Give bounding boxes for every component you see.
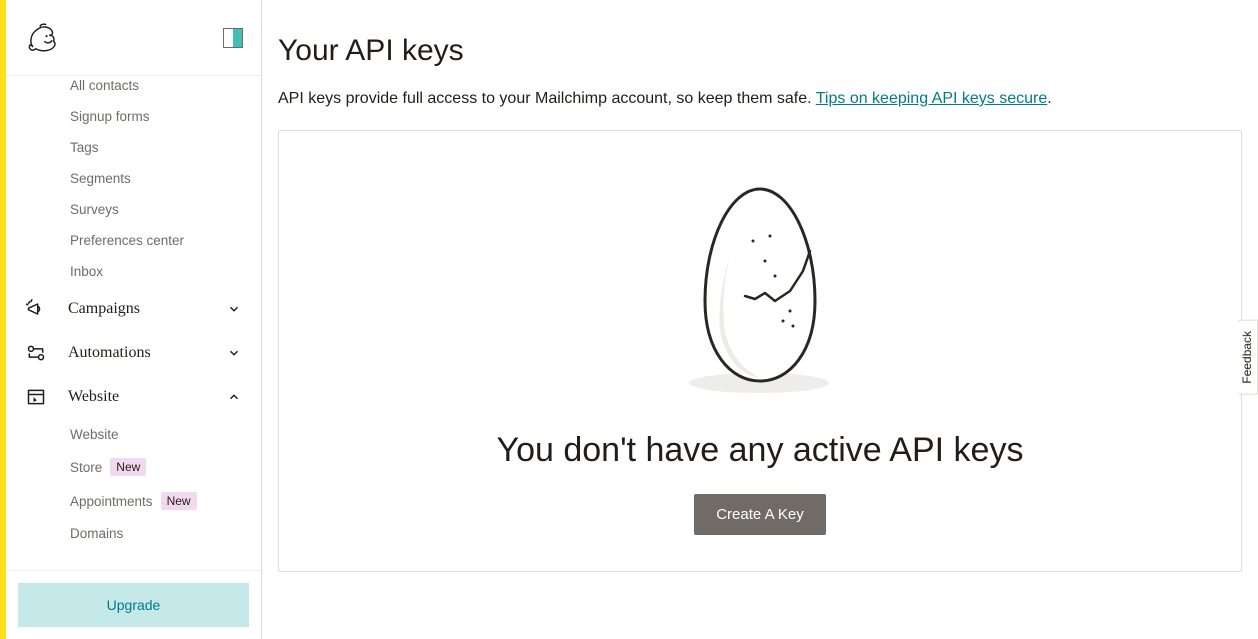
tips-link[interactable]: Tips on keeping API keys secure <box>816 90 1048 107</box>
sidebar-footer: Upgrade <box>6 570 261 639</box>
page-title: Your API keys <box>278 34 1242 68</box>
automations-icon <box>26 343 46 363</box>
sidebar-item-preferences-center[interactable]: Preferences center <box>70 225 261 256</box>
sidebar-item-tags[interactable]: Tags <box>70 132 261 163</box>
create-key-button[interactable]: Create A Key <box>694 494 826 535</box>
megaphone-icon <box>26 299 46 319</box>
sidebar-item-inbox[interactable]: Inbox <box>70 256 261 287</box>
desc-prefix: API keys provide full access to your Mai… <box>278 90 816 107</box>
sidebar-header <box>6 0 261 76</box>
sidebar-item-website-sub[interactable]: Website <box>70 419 261 450</box>
sidebar-item-segments[interactable]: Segments <box>70 163 261 194</box>
sidebar-item-appointments[interactable]: AppointmentsNew <box>70 484 261 518</box>
empty-state-heading: You don't have any active API keys <box>497 431 1024 470</box>
sidebar: All contacts Signup forms Tags Segments … <box>6 0 262 639</box>
feedback-tab[interactable]: Feedback <box>1237 320 1258 395</box>
desc-suffix: . <box>1047 90 1051 107</box>
panel-toggle-icon[interactable] <box>223 28 243 48</box>
sidebar-item-domains[interactable]: Domains <box>70 518 261 549</box>
sidebar-item-automations[interactable]: Automations <box>6 331 261 375</box>
sidebar-item-store[interactable]: StoreNew <box>70 450 261 484</box>
api-keys-empty-card: You don't have any active API keys Creat… <box>278 130 1242 572</box>
upgrade-button[interactable]: Upgrade <box>18 583 249 627</box>
chevron-down-icon <box>227 346 241 360</box>
sidebar-item-all-contacts[interactable]: All contacts <box>70 76 261 101</box>
new-badge: New <box>161 492 197 510</box>
chevron-up-icon <box>227 390 241 404</box>
main-content: Your API keys API keys provide full acce… <box>262 0 1258 639</box>
egg-illustration-icon <box>675 181 845 401</box>
sidebar-item-signup-forms[interactable]: Signup forms <box>70 101 261 132</box>
sidebar-item-surveys[interactable]: Surveys <box>70 194 261 225</box>
sidebar-nav-scroll[interactable]: All contacts Signup forms Tags Segments … <box>6 76 261 570</box>
sidebar-sub-audience: All contacts Signup forms Tags Segments … <box>6 76 261 287</box>
sidebar-sub-website: Website StoreNew AppointmentsNew Domains <box>6 419 261 549</box>
chevron-down-icon <box>227 302 241 316</box>
website-icon <box>26 387 46 407</box>
sidebar-item-campaigns[interactable]: Campaigns <box>6 287 261 331</box>
sidebar-item-website[interactable]: Website <box>6 375 261 419</box>
page-description: API keys provide full access to your Mai… <box>278 90 1242 108</box>
mailchimp-logo-icon[interactable] <box>24 20 60 56</box>
new-badge: New <box>110 458 146 476</box>
sidebar-nav-main: Campaigns Automations Websit <box>6 287 261 419</box>
